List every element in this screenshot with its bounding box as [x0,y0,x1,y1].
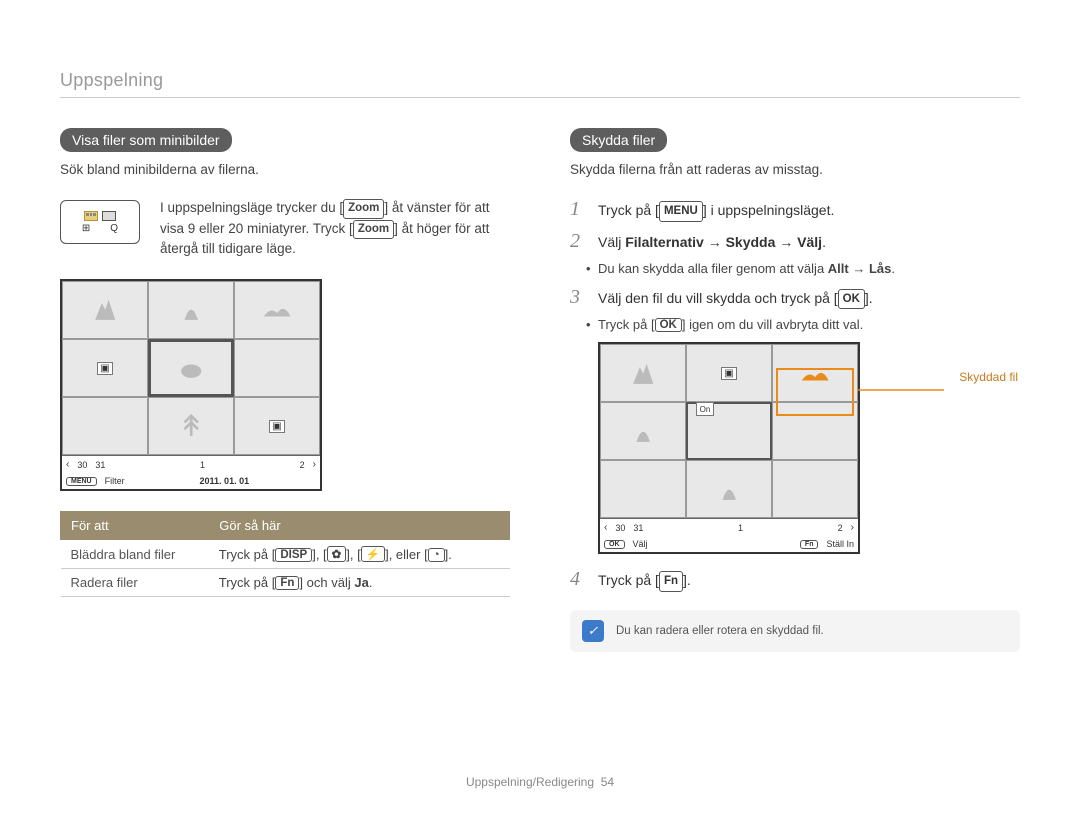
step-1: 1 Tryck på [MENU] i uppspelningsläget. [570,198,1020,221]
subsection-pill-thumbnails: Visa filer som minibilder [60,128,232,152]
thumbnail-grid-screenshot: ▣ ▣ ‹ 30 31 1 2 › MENU Filter [60,279,322,491]
thumbnails-tip: I uppspelningsläge trycker du [Zoom] åt … [160,198,510,259]
table-row: Bläddra bland filer Tryck på [DISP], [✿]… [61,540,510,569]
info-icon: ✓ [582,620,604,642]
fn-key-icon: Fn [659,571,683,591]
fn-key-icon: Fn [275,576,299,590]
step-3-sub: Tryck på [OK] igen om du vill avbryta di… [598,317,1020,332]
lock-badge-icon: On [696,402,714,416]
info-note: ✓ Du kan radera eller rotera en skyddad … [570,610,1020,652]
callout-line-icon [858,380,944,400]
callout-label: Skyddad fil [959,370,1018,384]
section-title: Uppspelning [60,70,1020,98]
step-2: 2 Välj Filalternativ → Skydda → Välj. [570,230,1020,253]
ok-key-icon: OK [655,318,682,332]
step-4: 4 Tryck på [Fn]. [570,568,1020,591]
step-3: 3 Välj den fil du vill skydda och tryck … [570,286,1020,309]
instructions-table: För att Gör så här Bläddra bland filer T… [60,511,510,597]
menu-key-icon: MENU [659,201,703,221]
timer-key-icon: ◔ [428,548,445,562]
flower-key-icon: ✿ [327,546,347,562]
step-2-sub: Du kan skydda alla filer genom att välja… [598,261,1020,276]
table-header-action: För att [61,512,209,540]
zoom-rocker-icon: ⊞Q [60,200,140,244]
left-column: Visa filer som minibilder Sök bland mini… [60,128,510,652]
protect-grid-screenshot: ▣ On Skyddad fil [598,342,860,554]
table-row: Radera filer Tryck på [Fn] och välj Ja. [61,569,510,597]
disp-key-icon: DISP [275,548,312,562]
ok-key-icon: OK [838,289,865,309]
right-column: Skydda filer Skydda filerna från att rad… [570,128,1020,652]
flash-key-icon: ⚡ [361,546,385,562]
page-footer: Uppspelning/Redigering 54 [0,775,1080,789]
subsection-pill-protect: Skydda filer [570,128,667,152]
thumbnails-intro: Sök bland minibilderna av filerna. [60,160,510,180]
table-header-how: Gör så här [209,512,510,540]
protect-intro: Skydda filerna från att raderas av misst… [570,160,1020,180]
